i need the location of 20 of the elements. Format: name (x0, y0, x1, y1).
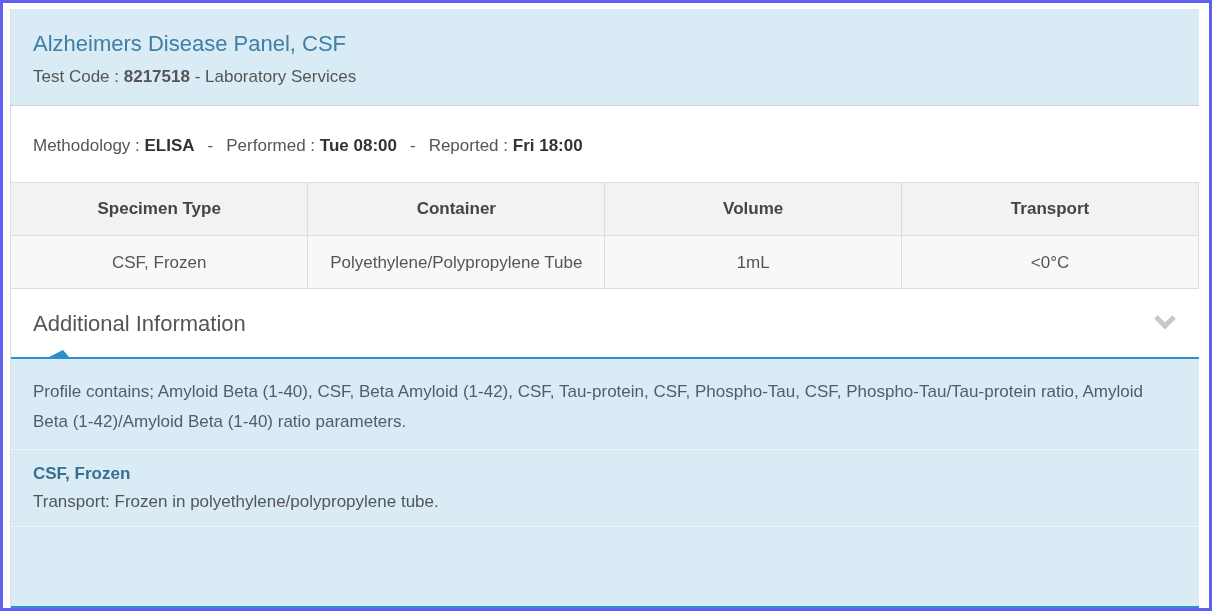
test-title: Alzheimers Disease Panel, CSF (33, 31, 347, 57)
column-header: Volume (604, 182, 902, 236)
table-cell: <0°C (901, 235, 1199, 289)
separator-dash: - (207, 136, 214, 156)
column-header: Transport (901, 182, 1199, 236)
accordion-title: Additional Information (33, 311, 246, 338)
table-cell: CSF, Frozen (11, 235, 308, 289)
profile-description: Profile contains; Amyloid Beta (1-40), CSF, Beta Amyloid (1-42), CSF, Tau-protein, CSF, Phospho-Tau, CSF, Phospho-Tau/Tau-protein ratio, Amyloid Beta (1-42)/Amyloid Beta (1-40) ratio parameters. (11, 359, 1199, 450)
table-cell: Polyethylene/Polypropylene Tube (307, 235, 605, 289)
test-code-line: Test Code : 8217518 - Laboratory Services (33, 67, 358, 87)
pointer-tab-icon (49, 350, 69, 358)
schedule-item: Reported : Fri 18:00 (428, 136, 583, 156)
schedule-item: Methodology : ELISA (33, 136, 195, 156)
column-header: Specimen Type (11, 182, 308, 236)
column-header: Container (307, 182, 605, 236)
note-heading: CSF, Frozen (33, 463, 132, 484)
table-cell: 1mL (604, 235, 902, 289)
note-text: Transport: Frozen in polyethylene/polypropylene tube. (33, 491, 440, 512)
schedule-item: Performed : Tue 08:00 (226, 136, 397, 156)
separator-dash: - (409, 136, 416, 156)
